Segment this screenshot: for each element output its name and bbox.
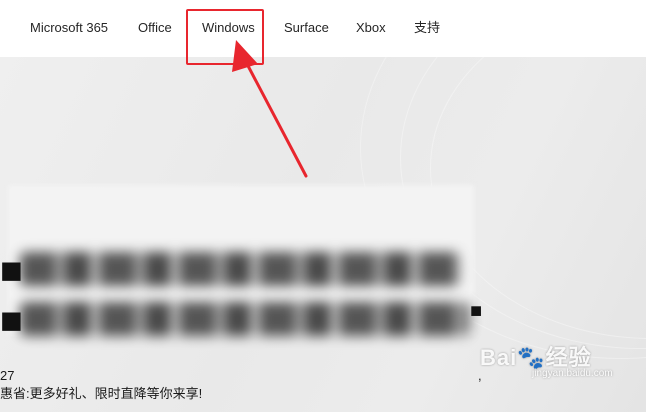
baidu-jingyan-watermark: Bai🐾经验 jingyan.baidu.com bbox=[480, 330, 620, 386]
watermark-url: jingyan.baidu.com bbox=[532, 368, 613, 379]
